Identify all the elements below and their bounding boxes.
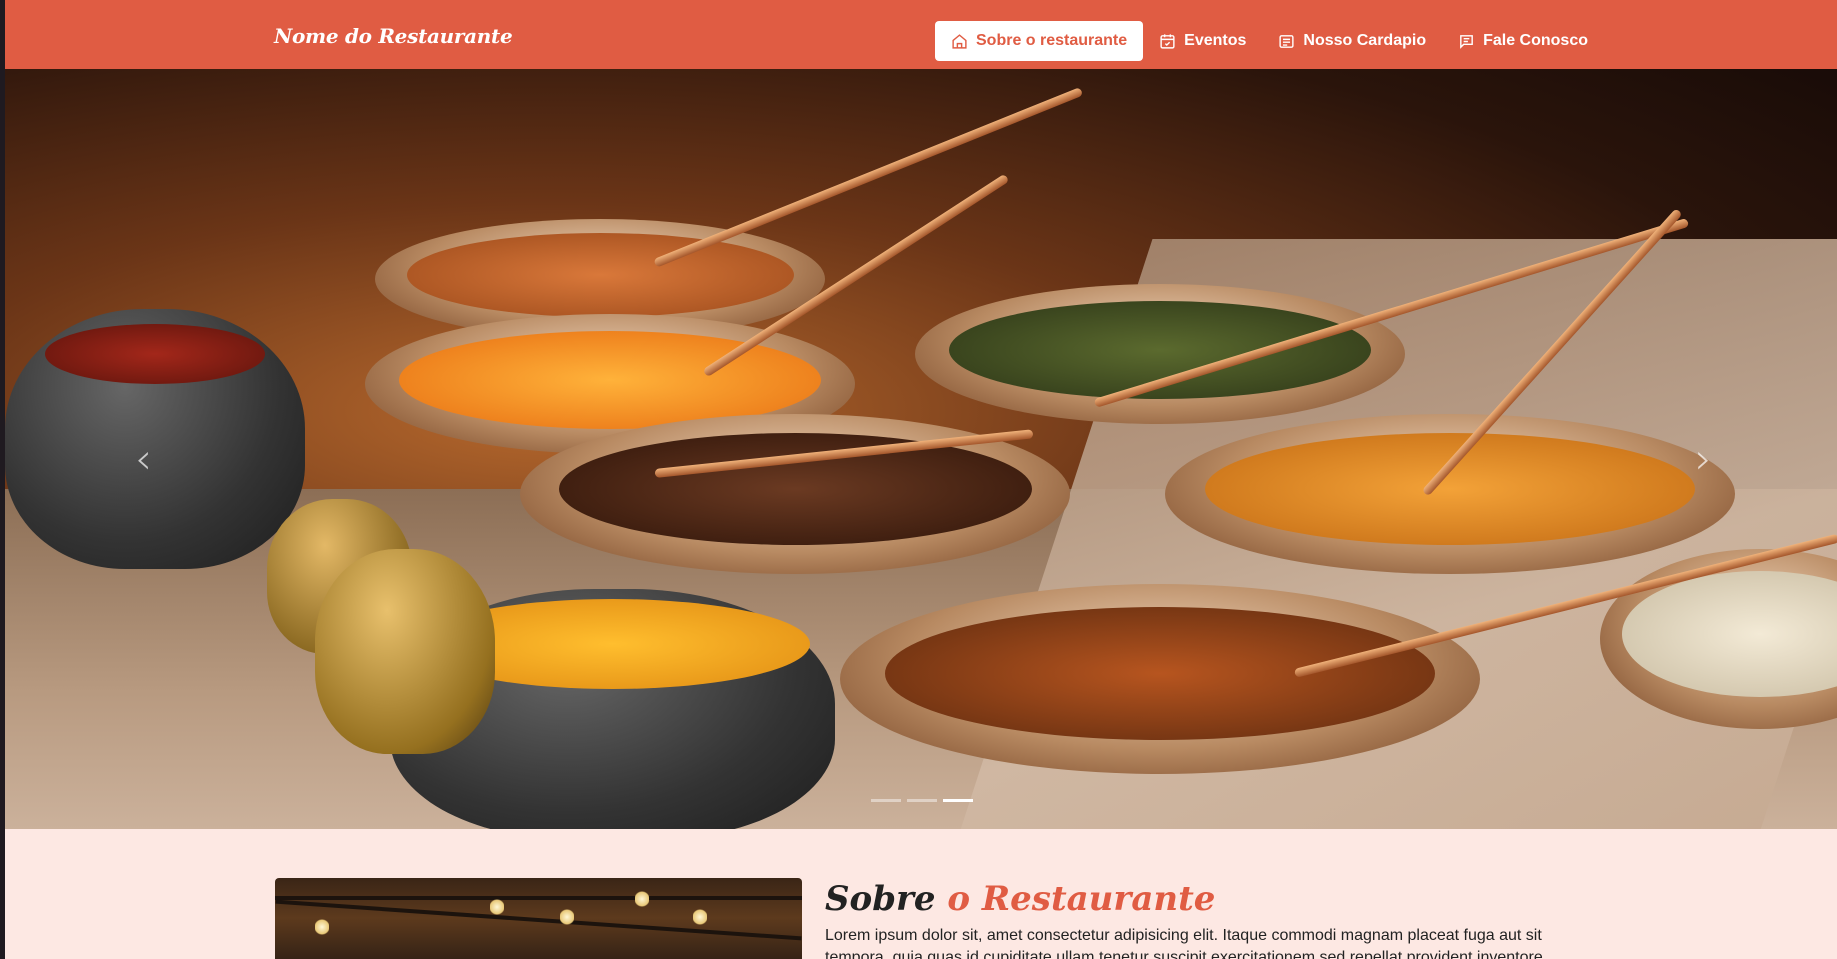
about-section: Sobre o Restaurante Lorem ipsum dolor si…: [5, 829, 1837, 959]
pot-image: [915, 284, 1405, 487]
about-description: Lorem ipsum dolor sit, amet consectetur …: [825, 927, 1548, 959]
nav-item-cardapio[interactable]: Nosso Cardapio: [1262, 21, 1442, 61]
brand-logo[interactable]: Nome do Restaurante: [274, 24, 513, 48]
brass-pot-image: [315, 549, 495, 754]
about-title: Sobre o Restaurante: [825, 879, 1215, 919]
about-title-part2: o Restaurante: [947, 879, 1216, 919]
left-edge-strip: [0, 0, 5, 959]
hero-carousel: ‹ ›: [5, 69, 1837, 829]
nav-item-eventos[interactable]: Eventos: [1143, 21, 1262, 61]
carousel-indicator-active[interactable]: [943, 799, 973, 802]
carousel-indicator[interactable]: [871, 799, 901, 802]
carousel-indicators: [871, 799, 973, 802]
nav-item-label: Fale Conosco: [1483, 32, 1588, 49]
home-icon: [952, 33, 967, 49]
carousel-next-button[interactable]: ›: [1695, 434, 1712, 483]
about-title-part1: Sobre: [825, 879, 936, 919]
nav-item-label: Sobre o restaurante: [976, 32, 1128, 49]
nav-item-label: Eventos: [1184, 32, 1247, 49]
stone-bowl-image: [5, 309, 305, 569]
pot-image: [840, 584, 1480, 829]
nav-item-sobre[interactable]: Sobre o restaurante: [935, 21, 1144, 61]
chat-icon: [1460, 34, 1473, 49]
carousel-indicator[interactable]: [907, 799, 937, 802]
nav-item-label: Nosso Cardapio: [1303, 32, 1427, 49]
nav-item-contato[interactable]: Fale Conosco: [1442, 21, 1604, 61]
carousel-prev-button[interactable]: ‹: [135, 434, 152, 483]
pot-image: [1165, 414, 1735, 646]
restaurant-interior-image: [275, 878, 802, 959]
top-navbar: Nome do Restaurante Sobre o restaurante …: [5, 0, 1837, 69]
nav-menu: Sobre o restaurante Eventos Nosso Cardap…: [935, 21, 1604, 61]
menu-card-icon: [1279, 34, 1294, 48]
calendar-icon: [1160, 33, 1175, 49]
